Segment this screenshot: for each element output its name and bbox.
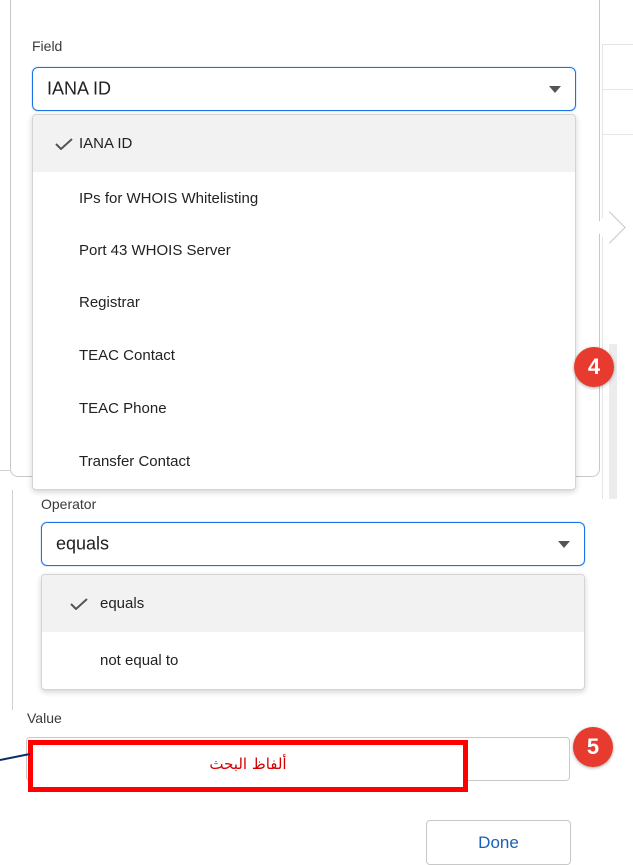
divider <box>603 134 633 135</box>
field-dropdown-list: IANA ID IPs for WHOIS Whitelisting Port … <box>32 114 576 490</box>
operator-select[interactable]: equals <box>41 522 585 566</box>
option-label: IPs for WHOIS Whitelisting <box>79 189 259 207</box>
option-label: IANA ID <box>79 135 133 152</box>
field-select-value: IANA ID <box>47 78 112 99</box>
background-column <box>602 44 633 499</box>
field-label: Field <box>32 38 63 54</box>
value-label: Value <box>27 710 62 726</box>
field-option-port43-server[interactable]: Port 43 WHOIS Server <box>33 224 575 276</box>
operator-option-not-equal[interactable]: not equal to <box>42 632 584 689</box>
divider <box>603 44 633 45</box>
chevron-down-icon <box>549 86 561 93</box>
check-icon <box>55 138 73 150</box>
done-button[interactable]: Done <box>426 820 571 865</box>
chevron-down-icon <box>558 541 570 548</box>
operator-label: Operator <box>41 496 97 512</box>
field-option-ips-whitelisting[interactable]: IPs for WHOIS Whitelisting <box>33 172 575 224</box>
option-label: equals <box>100 595 145 612</box>
step-badge-4: 4 <box>574 347 614 387</box>
field-option-registrar[interactable]: Registrar <box>33 276 575 329</box>
divider <box>0 470 10 471</box>
divider <box>12 490 13 710</box>
option-label: Transfer Contact <box>79 453 191 470</box>
operator-option-equals[interactable]: equals <box>42 575 584 632</box>
operator-dropdown-list: equals not equal to <box>41 574 585 690</box>
option-label: TEAC Phone <box>79 399 167 417</box>
field-option-teac-phone[interactable]: TEAC Phone <box>33 382 575 434</box>
option-label: not equal to <box>100 652 179 669</box>
annotation-text: ألفاظ البحث <box>209 755 287 773</box>
field-option-iana-id[interactable]: IANA ID <box>33 115 575 172</box>
annotation-leader-line <box>0 753 30 761</box>
annotation-highlight-box: ألفاظ البحث <box>28 740 468 792</box>
option-label: Registrar <box>79 294 140 311</box>
step-badge-5: 5 <box>573 727 613 767</box>
field-select[interactable]: IANA ID <box>32 67 576 111</box>
divider <box>603 89 633 90</box>
option-label: Port 43 WHOIS Server <box>79 241 231 259</box>
option-label: TEAC Contact <box>79 347 175 364</box>
field-option-transfer-contact[interactable]: Transfer Contact <box>33 434 575 489</box>
check-icon <box>70 598 88 610</box>
field-option-teac-contact[interactable]: TEAC Contact <box>33 329 575 382</box>
operator-select-value: equals <box>56 533 110 554</box>
